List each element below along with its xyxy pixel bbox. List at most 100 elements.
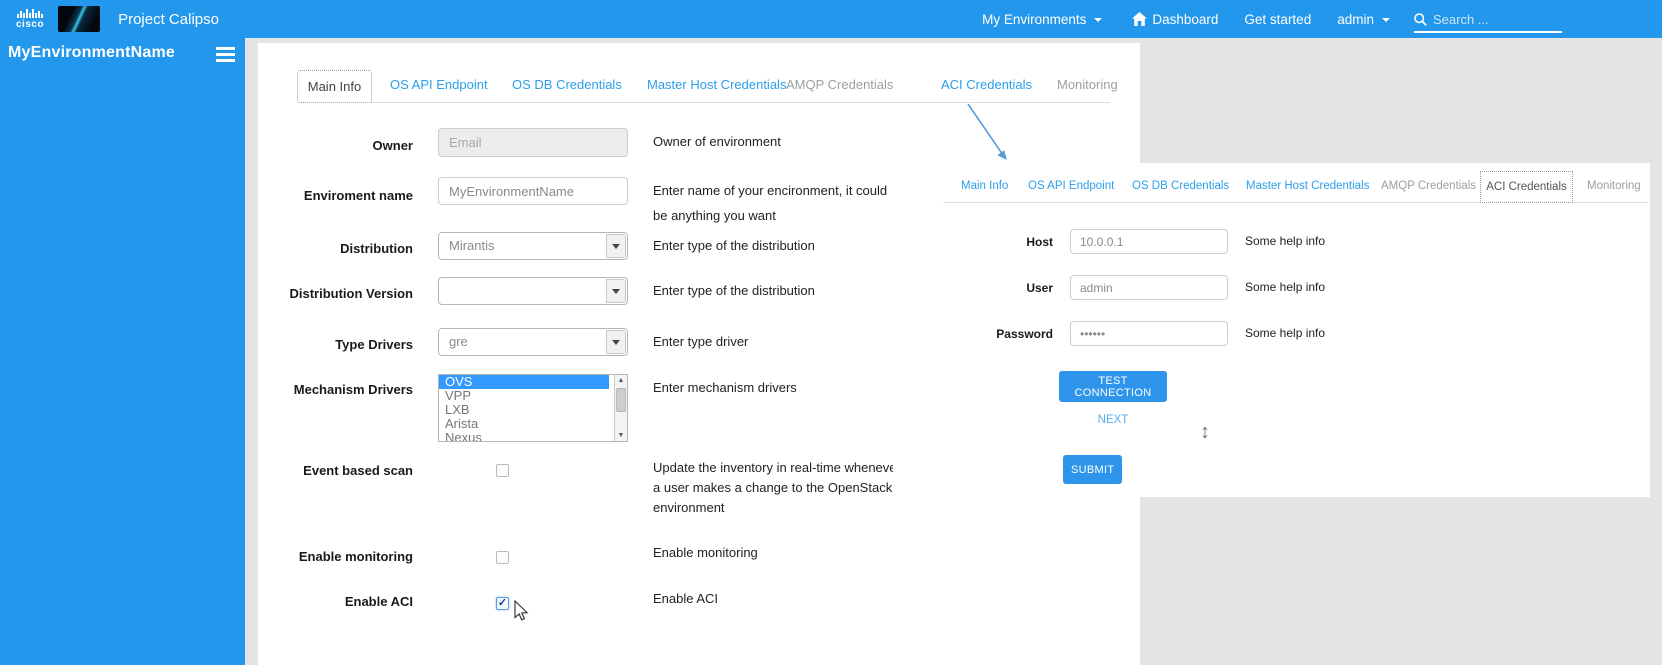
owner-help: Owner of environment [653,128,903,157]
owner-row: Owner Owner of environment [278,128,903,157]
tab-monitoring[interactable]: Monitoring [1057,77,1118,92]
password-input[interactable] [1070,321,1228,346]
cisco-wordmark: cisco [16,19,44,30]
owner-input[interactable] [438,128,628,157]
aci-tab-os-api-endpoint[interactable]: OS API Endpoint [1028,180,1114,192]
sidebar-environment-name: MyEnvironmentName [8,44,175,62]
tab-master-host-credentials[interactable]: Master Host Credentials [647,77,786,92]
enable-aci-help: Enable ACI [653,589,903,610]
annotation-arrow-icon [940,96,1030,171]
cisco-bars-icon [17,9,43,18]
aci-tab-amqp-credentials[interactable]: AMQP Credentials [1381,180,1476,192]
distribution-version-select[interactable] [438,277,628,305]
password-label: Password [908,321,1053,346]
scroll-down-icon[interactable]: ▼ [615,430,627,441]
event-based-scan-checkbox[interactable] [496,464,509,477]
search-box[interactable] [1414,12,1562,33]
user-help: Some help info [1245,275,1445,300]
distribution-help: Enter type of the distribution [653,232,903,260]
enable-monitoring-row: Enable monitoring Enable monitoring [278,543,903,565]
distribution-version-row: Distribution Version Enter type of the d… [278,277,903,305]
top-nav: My Environments Dashboard Get started ad… [982,0,1662,38]
enable-monitoring-label: Enable monitoring [278,543,413,565]
sidebar: MyEnvironmentName [0,38,245,665]
aci-tab-os-db-credentials[interactable]: OS DB Credentials [1132,180,1229,192]
enable-aci-label: Enable ACI [278,589,413,610]
tab-os-db-credentials[interactable]: OS DB Credentials [512,77,622,92]
search-input[interactable] [1433,12,1543,27]
test-connection-button[interactable]: TEST CONNECTION [1059,371,1167,402]
cisco-logo-icon: cisco [16,9,44,30]
nav-dashboard[interactable]: Dashboard [1132,12,1218,27]
password-help: Some help info [1245,321,1445,346]
host-help: Some help info [1245,229,1445,254]
mechanism-drivers-label: Mechanism Drivers [278,374,413,442]
host-input[interactable] [1070,229,1228,254]
mechanism-drivers-row: Mechanism Drivers OVS VPP LXB Arista Nex… [278,374,903,442]
app-title: Project Calipso [118,11,219,28]
environment-name-help: Enter name of your encironment, it could… [653,177,893,228]
mechanism-drivers-listbox[interactable]: OVS VPP LXB Arista Nexus ▲ ▼ [438,374,628,442]
dropdown-arrow-icon[interactable] [606,330,626,354]
aci-credentials-panel: Main Info OS API Endpoint OS DB Credenti… [893,163,1650,497]
aci-tab-master-host-credentials[interactable]: Master Host Credentials [1246,180,1369,192]
type-drivers-select[interactable]: gre [438,328,628,356]
next-link[interactable]: NEXT [1059,414,1167,426]
distribution-version-help: Enter type of the distribution [653,277,903,305]
option-ovs[interactable]: OVS [439,375,609,389]
scrollbar-thumb[interactable] [616,388,626,412]
dropdown-arrow-icon[interactable] [606,234,626,258]
distribution-version-label: Distribution Version [278,277,413,305]
distribution-row: Distribution Mirantis Enter type of the … [278,232,903,260]
tab-os-api-endpoint[interactable]: OS API Endpoint [390,77,488,92]
enable-aci-checkbox[interactable]: ✓ [496,597,509,610]
event-based-scan-label: Event based scan [278,458,413,518]
vertical-resize-cursor-icon: ↕ [1200,421,1210,444]
enable-monitoring-checkbox[interactable] [496,551,509,564]
option-arista[interactable]: Arista [439,417,627,431]
hamburger-menu-icon[interactable] [216,47,235,65]
owner-label: Owner [278,128,413,157]
user-input[interactable] [1070,275,1228,300]
nav-my-environments[interactable]: My Environments [982,12,1102,27]
option-nexus-clipped[interactable]: Nexus [439,431,627,442]
chevron-down-icon [1094,18,1102,22]
tab-main-info[interactable]: Main Info [297,70,372,103]
tab-amqp-credentials[interactable]: AMQP Credentials [786,77,893,92]
host-row: Host Some help info [908,229,1445,254]
aci-tab-main-info[interactable]: Main Info [961,180,1008,192]
enable-monitoring-help: Enable monitoring [653,543,903,565]
option-lxb[interactable]: LXB [439,403,627,417]
scroll-up-icon[interactable]: ▲ [615,375,627,386]
environment-name-label: Enviroment name [278,177,413,228]
type-drivers-help: Enter type driver [653,328,903,356]
project-thumbnail-image [58,6,100,32]
nav-get-started[interactable]: Get started [1244,12,1311,27]
event-based-scan-help: Update the inventory in real-time whenev… [653,458,903,518]
listbox-scrollbar[interactable]: ▲ ▼ [614,375,627,441]
enable-aci-row: Enable ACI ✓ Enable ACI [278,589,903,610]
user-label: User [908,275,1053,300]
tab-aci-credentials[interactable]: ACI Credentials [941,77,1032,92]
environment-name-row: Enviroment name Enter name of your encir… [278,177,903,228]
aci-tab-monitoring[interactable]: Monitoring [1587,180,1641,192]
home-icon [1132,12,1147,26]
option-vpp[interactable]: VPP [439,389,627,403]
distribution-select[interactable]: Mirantis [438,232,628,260]
distribution-label: Distribution [278,232,413,260]
event-based-scan-row: Event based scan Update the inventory in… [278,458,903,518]
type-drivers-row: Type Drivers gre Enter type driver [278,328,903,356]
dropdown-arrow-icon[interactable] [606,279,626,303]
host-label: Host [908,229,1053,254]
brand-area: cisco Project Calipso [0,6,219,32]
user-row: User Some help info [908,275,1445,300]
nav-user-menu[interactable]: admin [1337,12,1390,27]
password-row: Password Some help info [908,321,1445,346]
environment-name-input[interactable] [438,177,628,205]
chevron-down-icon [1382,18,1390,22]
top-header: cisco Project Calipso My Environments Da… [0,0,1662,38]
submit-button[interactable]: SUBMIT [1063,455,1122,484]
aci-tab-aci-credentials[interactable]: ACI Credentials [1480,171,1573,203]
mechanism-drivers-help: Enter mechanism drivers [653,374,903,442]
type-drivers-label: Type Drivers [278,328,413,356]
